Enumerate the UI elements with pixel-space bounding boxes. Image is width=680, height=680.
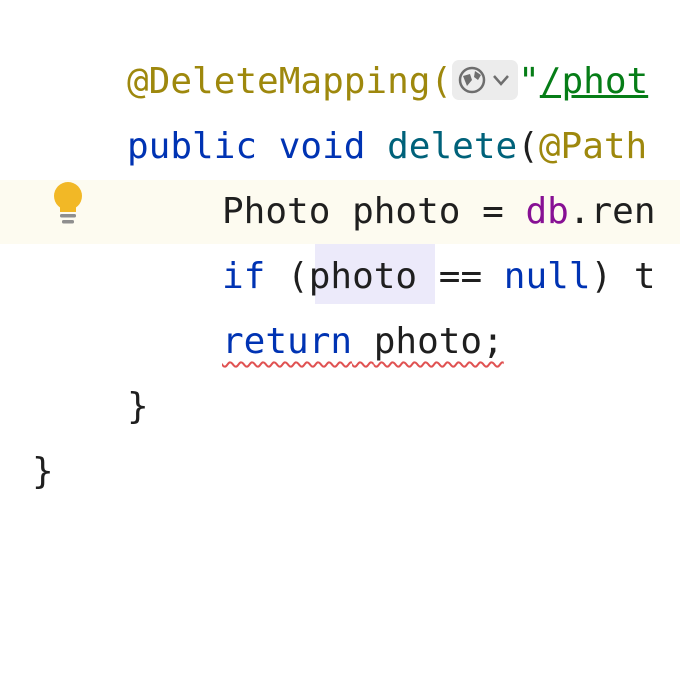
code-editor[interactable]: @DeleteMapping( "/phot public void delete… — [0, 0, 680, 680]
assign-operator: = — [460, 191, 526, 232]
url-inlay-hint[interactable] — [452, 60, 519, 100]
code-line-5[interactable]: return photo; — [0, 310, 680, 374]
code-line-6[interactable]: } — [0, 375, 680, 439]
chevron-down-icon — [493, 75, 510, 86]
lightbulb-icon[interactable] — [50, 180, 86, 226]
string-quote: " — [518, 61, 540, 102]
keyword-public: public — [127, 126, 258, 167]
code-line-4[interactable]: if (photo == null) t — [0, 245, 680, 309]
code-line-3[interactable]: Photo photo = db.ren — [0, 180, 680, 244]
paren: ( — [517, 126, 539, 167]
globe-icon — [458, 66, 510, 94]
code-line-7[interactable]: } — [0, 440, 680, 504]
closing-brace: } — [32, 451, 54, 492]
return-value: photo; — [373, 321, 504, 362]
type-photo: Photo — [222, 191, 331, 232]
closing-brace: } — [127, 386, 149, 427]
code-line-1[interactable]: @DeleteMapping( "/phot — [0, 50, 680, 114]
variable-photo: photo — [352, 191, 461, 232]
param-annotation: @Path — [538, 126, 648, 167]
field-db: db — [525, 191, 569, 232]
condition-close: ) t — [590, 256, 656, 297]
code-line-2[interactable]: public void delete(@Path — [0, 115, 680, 179]
method-call: .ren — [568, 191, 656, 232]
annotation-delete-mapping: @DeleteMapping( — [127, 61, 453, 102]
keyword-return: return — [222, 321, 353, 362]
method-name[interactable]: delete — [387, 126, 517, 167]
keyword-void: void — [278, 126, 366, 167]
condition-open: (photo == — [287, 256, 504, 297]
url-path-link[interactable]: /phot — [540, 61, 648, 102]
keyword-if: if — [222, 256, 266, 297]
keyword-null: null — [503, 256, 591, 297]
